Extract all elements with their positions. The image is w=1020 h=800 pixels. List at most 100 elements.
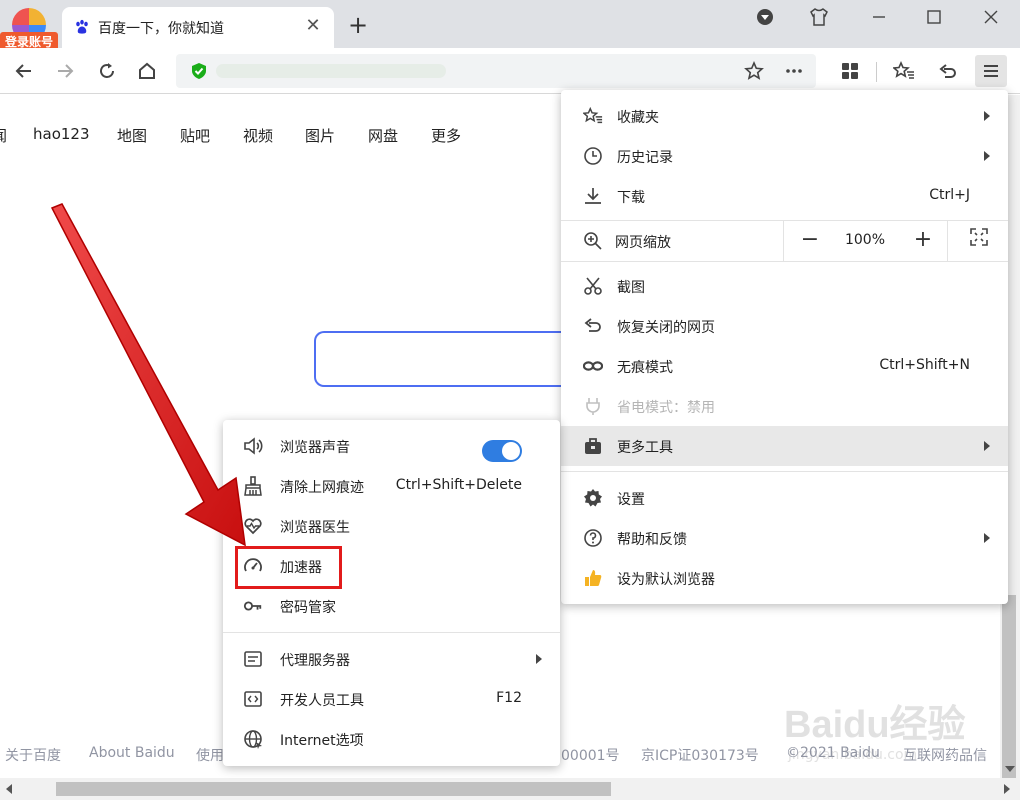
submenu-item-proxy[interactable]: 代理服务器: [223, 639, 560, 679]
star-bookmark-icon[interactable]: [741, 58, 767, 84]
apps-grid-icon[interactable]: [837, 58, 863, 84]
tab-close-icon[interactable]: ✕: [302, 15, 324, 37]
nav-link[interactable]: 闻: [0, 125, 7, 146]
submenu-item-browser-doctor[interactable]: 浏览器医生: [223, 506, 560, 546]
menu-item-label: 历史记录: [617, 150, 673, 166]
footer-link[interactable]: About Baidu: [89, 745, 175, 761]
menu-item-label: 密码管家: [280, 600, 336, 616]
nav-link[interactable]: hao123: [33, 125, 90, 143]
submenu-item-internet-options[interactable]: Internet选项: [223, 719, 560, 759]
vertical-scroll-thumb[interactable]: [1002, 595, 1016, 795]
toolbox-icon: [583, 436, 603, 456]
submenu-item-password-manager[interactable]: 密码管家: [223, 586, 560, 626]
fullscreen-icon[interactable]: [966, 228, 992, 254]
minimize-icon[interactable]: [864, 4, 894, 30]
footer-link[interactable]: 00001号: [561, 745, 620, 765]
menu-item-power-save: 省电模式：禁用: [561, 386, 1008, 426]
undo-icon[interactable]: [935, 58, 961, 84]
menu-item-incognito[interactable]: 无痕模式 Ctrl+Shift+N: [561, 346, 1008, 386]
main-menu-icon[interactable]: [975, 55, 1007, 87]
download-arrow-icon[interactable]: [750, 4, 780, 30]
key-icon: [243, 596, 263, 616]
menu-item-label: 代理服务器: [280, 653, 350, 669]
nav-link[interactable]: 图片: [305, 125, 335, 146]
footer-link[interactable]: 京ICP证030173号: [641, 745, 759, 765]
restore-icon: [583, 316, 603, 336]
footer-link[interactable]: 关于百度: [5, 745, 61, 765]
menu-item-label: 截图: [617, 280, 645, 296]
submenu-item-devtools[interactable]: 开发人员工具 F12: [223, 679, 560, 719]
main-menu: 收藏夹 历史记录 下载 Ctrl+J 网页缩放 − 100% + 截图 恢复关闭…: [561, 90, 1008, 604]
thumbs-up-icon: [583, 568, 603, 588]
footer-link[interactable]: 使用: [196, 745, 224, 765]
menu-item-more-tools[interactable]: 更多工具: [561, 426, 1008, 466]
zoom-magnifier-icon: [583, 231, 603, 251]
scroll-right-arrow-icon[interactable]: [1004, 784, 1010, 794]
zoom-out-button[interactable]: −: [797, 228, 823, 254]
menu-item-label: 帮助和反馈: [617, 532, 687, 548]
menu-item-set-default[interactable]: 设为默认浏览器: [561, 558, 1008, 598]
menu-divider: [223, 632, 560, 633]
nav-link[interactable]: 贴吧: [180, 125, 210, 146]
skin-shirt-icon[interactable]: [804, 4, 834, 30]
scroll-down-arrow-icon[interactable]: [1005, 766, 1015, 772]
scissors-icon: [583, 276, 603, 296]
nav-link[interactable]: 地图: [117, 125, 147, 146]
menu-item-shortcut: F12: [496, 690, 522, 706]
footer-link[interactable]: 互联网药品信: [903, 745, 987, 765]
menu-divider: [561, 261, 1008, 262]
back-arrow-icon[interactable]: [11, 58, 37, 84]
menu-item-download[interactable]: 下载 Ctrl+J: [561, 176, 1008, 216]
menu-item-label: 浏览器声音: [280, 440, 350, 456]
refresh-icon[interactable]: [94, 58, 120, 84]
sound-toggle[interactable]: [482, 440, 522, 462]
menu-item-settings[interactable]: 设置: [561, 478, 1008, 518]
submenu-arrow-icon: [984, 441, 990, 451]
maximize-icon[interactable]: [919, 4, 949, 30]
submenu-item-browser-sound[interactable]: 浏览器声音: [223, 426, 560, 466]
menu-item-favorites[interactable]: 收藏夹: [561, 96, 1008, 136]
menu-item-shortcut: Ctrl+J: [929, 187, 970, 203]
menu-item-label: 收藏夹: [617, 110, 659, 126]
menu-item-history[interactable]: 历史记录: [561, 136, 1008, 176]
zoom-in-button[interactable]: +: [910, 228, 936, 254]
home-icon[interactable]: [134, 58, 160, 84]
nav-link[interactable]: 网盘: [368, 125, 398, 146]
menu-item-screenshot[interactable]: 截图: [561, 266, 1008, 306]
close-window-icon[interactable]: [976, 4, 1006, 30]
horizontal-scroll-thumb[interactable]: [56, 782, 611, 796]
more-dots-icon[interactable]: [781, 58, 807, 84]
favorites-list-icon[interactable]: [891, 58, 917, 84]
menu-item-label: 浏览器医生: [280, 520, 350, 536]
new-tab-button[interactable]: +: [346, 13, 370, 38]
menu-item-help[interactable]: 帮助和反馈: [561, 518, 1008, 558]
menu-item-label: 清除上网痕迹: [280, 480, 364, 496]
toolbar: [0, 48, 1020, 94]
menu-divider: [561, 471, 1008, 472]
zoom-label: 网页缩放: [615, 235, 671, 251]
menu-item-label: 开发人员工具: [280, 693, 364, 709]
menu-item-label: 省电模式：禁用: [617, 400, 715, 416]
incognito-icon: [583, 356, 603, 376]
devtools-icon: [243, 689, 263, 709]
globe-icon: [243, 729, 263, 749]
toggle-knob: [502, 442, 520, 460]
menu-item-label: 无痕模式: [617, 360, 673, 376]
address-bar[interactable]: [176, 54, 816, 88]
zoom-value: 100%: [844, 232, 886, 248]
forward-arrow-icon[interactable]: [52, 58, 78, 84]
toolbar-divider: [876, 62, 877, 82]
red-pointer-arrow: [50, 203, 246, 547]
nav-link[interactable]: 更多: [431, 125, 461, 146]
browser-tab[interactable]: 百度一下，你就知道 ✕: [62, 7, 334, 48]
watermark-logo: Baidu经验: [784, 704, 966, 746]
submenu-arrow-icon: [984, 151, 990, 161]
help-icon: [583, 528, 603, 548]
scroll-left-arrow-icon[interactable]: [6, 784, 12, 794]
zoom-divider: [947, 221, 948, 261]
nav-link[interactable]: 视频: [243, 125, 273, 146]
submenu-item-clear-history[interactable]: 清除上网痕迹 Ctrl+Shift+Delete: [223, 466, 560, 506]
security-shield-icon: [192, 63, 206, 79]
menu-item-restore-closed[interactable]: 恢复关闭的网页: [561, 306, 1008, 346]
horizontal-scrollbar[interactable]: [0, 778, 1020, 800]
